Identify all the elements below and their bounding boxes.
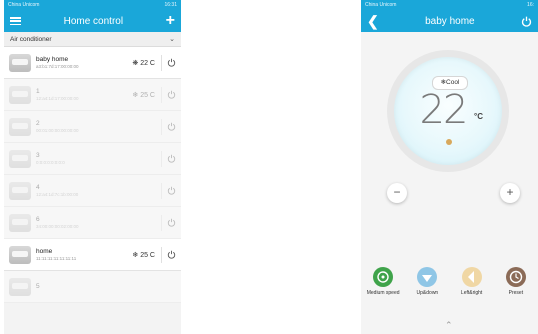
- device-list: baby home a3:b1:7d:17:00:00:00 ❋ 22 C 1 …: [4, 47, 181, 303]
- device-type-dropdown[interactable]: Air conditioner ⌄: [4, 32, 181, 47]
- add-device-button[interactable]: +: [166, 13, 175, 29]
- device-mac: 12:a4:1d:7c:1b:00:00: [36, 191, 79, 197]
- device-mac: 00:01:00:00:00:00:00: [36, 127, 79, 133]
- device-name: 1: [36, 87, 40, 95]
- device-mac: 0:0:0:0:0:0:0:0: [36, 159, 65, 165]
- swing-leftright-icon: [461, 267, 482, 287]
- device-temperature: 25 C: [140, 91, 155, 99]
- clock-label: 16:: [527, 2, 534, 8]
- function-bar: Medium speed Up&down Left&right Preset: [361, 267, 538, 296]
- divider: [161, 214, 162, 231]
- back-arrow-icon[interactable]: ❮: [367, 13, 379, 30]
- device-mac: 11:11:11:11:11:11:11: [36, 255, 77, 261]
- air-conditioner-icon: [9, 149, 31, 168]
- air-conditioner-icon: [9, 277, 31, 296]
- home-control-screen: China Unicom 16:31 Home control + Air co…: [4, 0, 181, 334]
- device-state: ❄ 25 C: [129, 91, 155, 99]
- device-row[interactable]: 4 12:a4:1d:7c:1b:00:00: [4, 175, 181, 207]
- clock-label: 16:31: [164, 2, 177, 8]
- divider: [161, 246, 162, 263]
- device-name: 2: [36, 119, 40, 127]
- snowflake-icon: ❄: [132, 91, 139, 99]
- device-name: 3: [36, 151, 40, 159]
- swing-updown-button[interactable]: Up&down: [407, 267, 447, 296]
- divider: [161, 54, 162, 71]
- carrier-label: China Unicom: [8, 2, 40, 8]
- divider: [161, 118, 162, 135]
- status-bar: China Unicom 16:31: [4, 0, 181, 10]
- device-state: ❋ 22 C: [129, 59, 155, 67]
- app-bar: ❮ baby home: [361, 10, 538, 32]
- device-mac: 34:00:00:00:02:00:00: [36, 223, 79, 229]
- air-conditioner-icon: [9, 117, 31, 136]
- temperature-display: ❄Cool 22 °C: [394, 57, 502, 165]
- temperature-value: 22: [419, 87, 469, 133]
- device-row[interactable]: 2 00:01:00:00:00:00:00: [4, 111, 181, 143]
- device-state: ❄ 25 C: [129, 251, 155, 259]
- fan-icon: ❋: [132, 59, 139, 67]
- device-mac: 12:a4:1d:17:00:00:00: [36, 95, 79, 101]
- power-icon[interactable]: [521, 16, 532, 27]
- swing-updown-icon: [417, 267, 438, 287]
- power-icon[interactable]: [167, 186, 176, 195]
- preset-button[interactable]: Preset: [496, 267, 536, 296]
- function-label: Medium speed: [366, 290, 400, 296]
- air-conditioner-icon: [9, 181, 31, 200]
- status-bar: China Unicom 16:: [361, 0, 538, 10]
- increase-temperature-button[interactable]: +: [500, 183, 520, 203]
- temperature-dial[interactable]: ❄Cool 22 °C: [387, 50, 509, 172]
- carrier-label: China Unicom: [365, 2, 397, 8]
- device-row[interactable]: home 11:11:11:11:11:11:11 ❄ 25 C: [4, 239, 181, 271]
- chevron-up-icon[interactable]: ⌃: [445, 320, 453, 331]
- device-row[interactable]: 3 0:0:0:0:0:0:0:0: [4, 143, 181, 175]
- temperature-unit: °C: [474, 112, 483, 121]
- air-conditioner-icon: [9, 213, 31, 232]
- menu-icon[interactable]: [10, 17, 21, 25]
- device-row[interactable]: 5: [4, 271, 181, 303]
- device-name: 4: [36, 183, 40, 191]
- device-name: home: [36, 247, 53, 255]
- indicator-dot: [446, 139, 452, 145]
- device-type-label: Air conditioner: [10, 35, 52, 43]
- device-mac: a3:b1:7d:17:00:00:00: [36, 63, 79, 69]
- air-conditioner-icon: [9, 53, 31, 72]
- decrease-temperature-button[interactable]: −: [387, 183, 407, 203]
- device-name: 5: [36, 282, 40, 290]
- app-bar: Home control +: [4, 10, 181, 32]
- device-name: baby home: [36, 55, 69, 63]
- function-label: Left&right: [460, 290, 483, 296]
- power-icon[interactable]: [167, 250, 176, 259]
- divider: [161, 150, 162, 167]
- divider: [161, 86, 162, 103]
- device-row[interactable]: 6 34:00:00:00:02:00:00: [4, 207, 181, 239]
- power-icon[interactable]: [167, 154, 176, 163]
- snowflake-icon: ❄: [132, 251, 139, 259]
- chevron-down-icon: ⌄: [169, 36, 175, 43]
- device-row[interactable]: 1 12:a4:1d:17:00:00:00 ❄ 25 C: [4, 79, 181, 111]
- fan-speed-icon: [373, 267, 394, 287]
- clock-icon: [505, 267, 526, 287]
- air-conditioner-icon: [9, 85, 31, 104]
- fan-speed-button[interactable]: Medium speed: [363, 267, 403, 296]
- power-icon[interactable]: [167, 58, 176, 67]
- device-name: 6: [36, 215, 40, 223]
- device-temperature: 25 C: [140, 251, 155, 259]
- power-icon[interactable]: [167, 90, 176, 99]
- mode-label: Cool: [446, 79, 460, 86]
- function-label: Up&down: [416, 290, 439, 296]
- power-icon[interactable]: [167, 122, 176, 131]
- air-conditioner-icon: [9, 245, 31, 264]
- page-title: baby home: [425, 15, 475, 27]
- swing-leftright-button[interactable]: Left&right: [452, 267, 492, 296]
- power-icon[interactable]: [167, 218, 176, 227]
- device-row[interactable]: baby home a3:b1:7d:17:00:00:00 ❋ 22 C: [4, 47, 181, 79]
- page-title: Home control: [63, 15, 124, 27]
- function-label: Preset: [508, 290, 524, 296]
- divider: [161, 182, 162, 199]
- device-detail-screen: China Unicom 16: ❮ baby home ❄Cool 22 °C…: [361, 0, 538, 334]
- device-temperature: 22 C: [140, 59, 155, 67]
